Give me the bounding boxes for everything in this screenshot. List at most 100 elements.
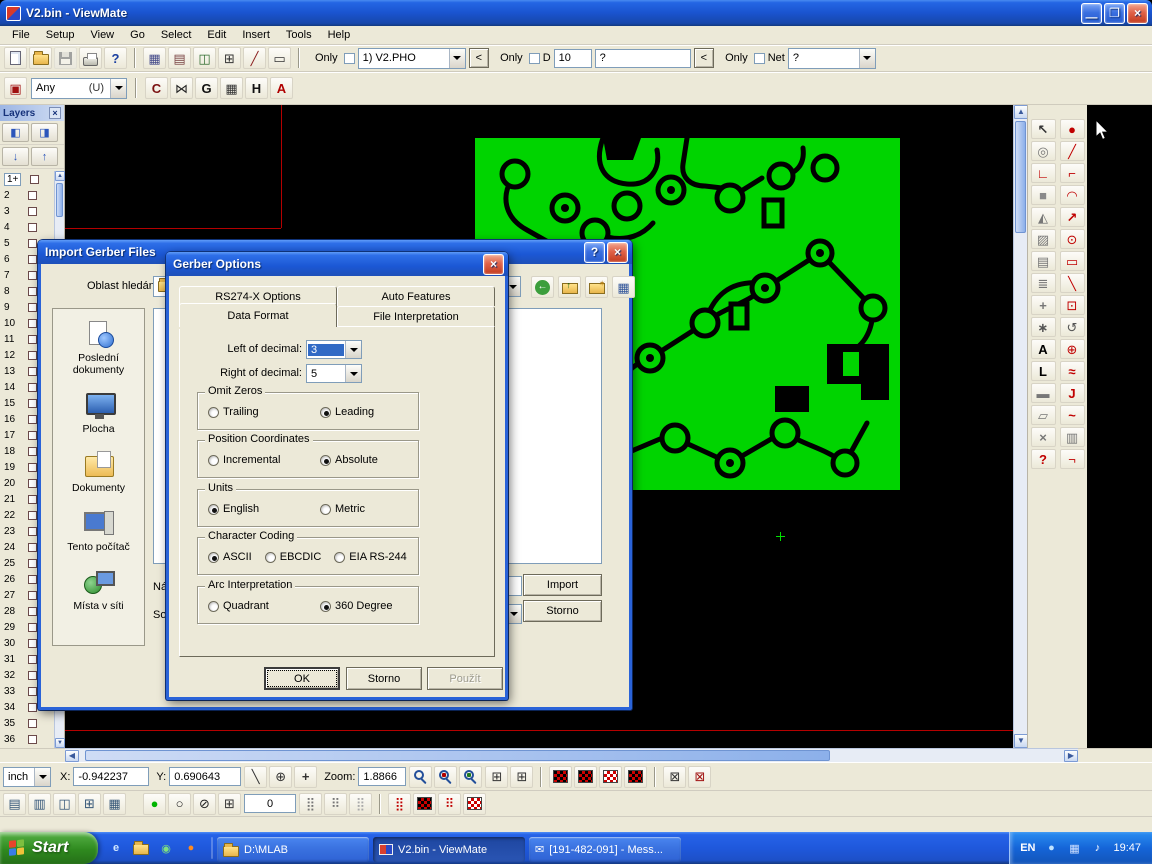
dcode-filter-input[interactable]: ? [595,49,691,68]
layer-color-swatch[interactable] [30,175,39,184]
cancel-button[interactable]: Storno [346,667,422,690]
measure-tool-icon[interactable]: ╱ [243,47,266,69]
trace-pattern-icon[interactable] [624,766,647,788]
apply-button[interactable]: Použít [427,667,503,690]
menu-setup[interactable]: Setup [38,27,83,43]
layer-color-swatch[interactable] [28,351,37,360]
aperture-filter-combo[interactable]: Any (U) [31,78,127,99]
layer-row-35[interactable]: 35 [0,715,54,731]
scroll-down-icon[interactable]: ▼ [1014,734,1028,748]
tab-data-format[interactable]: Data Format [179,303,337,327]
radio-incremental[interactable]: Incremental [208,454,296,466]
prev-layer-button[interactable]: < [469,48,489,68]
layer-color-swatch[interactable] [28,575,37,584]
layer-color-swatch[interactable] [28,735,37,744]
net-grid-icon[interactable]: ⊞ [510,766,533,788]
layer-color-swatch[interactable] [28,479,37,488]
dialog-close-button[interactable]: × [483,254,504,275]
red-checker-icon[interactable] [413,793,436,815]
wave-tool-icon[interactable]: ≈ [1060,361,1085,381]
layer-color-swatch[interactable] [28,703,37,712]
text-tool-icon[interactable]: A [1031,339,1056,359]
zoom-window-icon[interactable] [434,766,457,788]
rotate-tool-icon[interactable]: ↺ [1060,317,1085,337]
text-display-icon[interactable]: A [270,77,293,99]
scroll-down-icon[interactable]: ▼ [55,738,65,748]
dcode-input[interactable]: 10 [554,49,592,68]
filled-rect-icon[interactable]: ■ [1031,185,1056,205]
layer-colors-icon[interactable]: ◨ [31,123,58,142]
layer-table-icon[interactable]: ◧ [2,123,29,142]
layer-color-swatch[interactable] [28,687,37,696]
rect-outline-icon[interactable]: ▭ [1060,251,1085,271]
layer-color-swatch[interactable] [28,655,37,664]
grid-dots-fine-icon[interactable]: ⠿ [324,793,347,815]
layer-color-swatch[interactable] [28,639,37,648]
layer-color-swatch[interactable] [28,287,37,296]
internet-explorer-icon[interactable]: e [107,839,125,857]
only-layer-checkbox[interactable] [344,53,355,64]
dialog-help-button[interactable]: ? [584,242,605,263]
radio-360-degree[interactable]: 360 Degree [320,600,393,612]
layer-color-swatch[interactable] [28,671,37,680]
save-icon[interactable] [54,47,77,69]
menu-view[interactable]: View [82,27,122,43]
grid-dots-icon[interactable]: ⣿ [299,793,322,815]
layer-color-swatch[interactable] [28,607,37,616]
scroll-left-icon[interactable]: ◀ [65,750,79,762]
layer-row-1[interactable]: 1+ [0,171,54,187]
pad-pattern-icon[interactable] [599,766,622,788]
radio-eia-rs-244[interactable]: EIA RS-244 [334,551,406,563]
dropdown-arrow-icon[interactable] [34,768,50,786]
grid-dots-coarse-icon[interactable]: ⣿ [349,793,372,815]
firefox-icon[interactable]: ● [182,839,200,857]
layer-pattern-icon[interactable] [549,766,572,788]
flash-pad-icon[interactable]: ● [1060,119,1085,139]
net-combo[interactable]: ? [788,48,876,69]
layer-color-swatch[interactable] [28,303,37,312]
layer-color-swatch[interactable] [28,463,37,472]
layer-stack-icon[interactable]: ▤ [1031,251,1056,271]
pan-cross-icon[interactable]: + [294,766,317,788]
origin-target-icon[interactable]: ⊕ [269,766,292,788]
vector-icon[interactable]: ↗ [1060,207,1085,227]
dcode-grid-icon[interactable]: ⊞ [485,766,508,788]
zoom-all-icon[interactable] [459,766,482,788]
left-of-decimal-combo[interactable]: 3 [306,340,362,359]
vertical-scrollbar[interactable]: ▲ ▼ [1013,105,1027,748]
red-grid-icon[interactable]: ⣿ [388,793,411,815]
restore-button[interactable]: ❐ [1104,3,1125,24]
only-dcode-checkbox[interactable] [529,53,540,64]
layer-color-swatch[interactable] [28,543,37,552]
ruler-icon[interactable]: ▭ [268,47,291,69]
only-net-checkbox[interactable] [754,53,765,64]
volume-icon[interactable]: ♪ [1088,839,1106,857]
measure-diagonal-icon[interactable]: ╲ [244,766,267,788]
move-layer-up-icon[interactable]: ↑ [31,147,58,166]
layer-color-swatch[interactable] [28,623,37,632]
bar-tool-icon[interactable]: ▬ [1031,383,1056,403]
import-button[interactable]: Import [523,574,602,596]
task-mlab[interactable]: D:\MLAB [217,837,369,862]
layer-color-swatch[interactable] [28,559,37,568]
context-help-icon[interactable]: ? [104,47,127,69]
ortho-line-icon[interactable]: ∟ [1031,163,1056,183]
menu-help[interactable]: Help [320,27,359,43]
new-file-icon[interactable] [4,47,27,69]
pin-tool-icon[interactable]: × [1031,427,1056,447]
menu-insert[interactable]: Insert [234,27,278,43]
grid-table-icon[interactable]: ⊞ [218,793,241,815]
layer-color-swatch[interactable] [28,255,37,264]
draw-arc-icon[interactable]: ◠ [1060,185,1085,205]
up-folder-icon[interactable] [558,276,581,298]
menu-file[interactable]: File [4,27,38,43]
export-tool-icon[interactable]: ▥ [1060,427,1085,447]
polyline-icon[interactable]: ⌐ [1060,163,1085,183]
place-recent-documents[interactable]: Poslední dokumenty [55,319,143,376]
ruler-tool-icon[interactable]: ▱ [1031,405,1056,425]
display-icon[interactable]: ▦ [1065,839,1083,857]
new-folder-icon[interactable] [585,276,608,298]
layer-color-swatch[interactable] [28,223,37,232]
scrollbar-thumb[interactable] [1015,121,1026,233]
zoom-box-icon[interactable]: ⊡ [1060,295,1085,315]
